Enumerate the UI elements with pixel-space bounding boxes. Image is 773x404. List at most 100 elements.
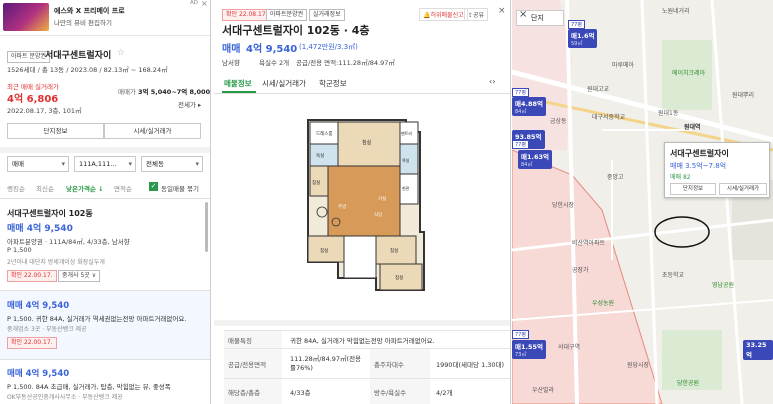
jeonse-link[interactable]: 전세가 ▸ [178, 99, 201, 109]
price-range-label: 매매가 [118, 88, 136, 96]
listing-item[interactable]: 매매 4억 9,540 P 1,500. 84A 초급매, 실거래가, 탑층, … [0, 360, 210, 404]
listing-meta: 아파트분양권 · 111A/84㎡, 4/33층, 남서향 [7, 238, 130, 246]
room-label: 침실 [320, 247, 328, 254]
area-select[interactable]: 111A,111… [74, 156, 136, 172]
room-label: 침실 [390, 247, 398, 254]
divider [0, 198, 210, 199]
tab-listing-info[interactable]: 매물정보 [224, 78, 252, 89]
map-label: 원대뿌리 [732, 92, 755, 99]
room-label: 욕실 [316, 152, 324, 159]
popup-price-button[interactable]: 시세/실거래가 [719, 183, 767, 195]
price-marker[interactable]: 매1.6억 59㎡ [568, 29, 598, 48]
ad-close-icon[interactable]: × [201, 0, 208, 8]
price-history-button[interactable]: 시세/실거래가 [104, 123, 201, 139]
room-label: 팬트리 [401, 130, 412, 136]
left-panel: 에스와 X 프리메이 프로 나만의 뮤비 편집하기 AD × 아파트 분양권 서… [0, 0, 211, 404]
listing-item[interactable]: 매매 4억 9,540 P 1,500. 귀한 84A, 실거래가 역세권없는전… [0, 291, 210, 359]
info-value: 4/33층 [290, 389, 311, 397]
marker-area: 84㎡ [521, 162, 533, 168]
marker-area: 84㎡ [515, 109, 527, 115]
room-label: 침실 [395, 274, 403, 281]
info-row: 해당층/총층 4/33층 방수/욕실수 4/2개 [224, 378, 510, 404]
sort-rank[interactable]: 랭킹순 [7, 183, 25, 193]
floor-plan[interactable]: 드레스룸 침실 욕실 팬트리 침실 욕실 거실 주방 식당 현관 침실 침실 침… [298, 112, 428, 302]
detail-price-per-pyeong: (1,472만원/3.3㎡) [299, 43, 358, 51]
map-label: 원당시장 [627, 362, 650, 369]
price-range-value: 3억 5,040~7억 8,000 [138, 88, 211, 96]
map-label: 원대고교 [587, 86, 610, 93]
info-label: 총주차대수 [370, 349, 430, 379]
listing-item[interactable]: 서대구센트럴자이 102동 매매 4억 9,540 아파트분양권 · 111A/… [0, 200, 210, 292]
share-button[interactable]: ⇪공유 [464, 8, 489, 21]
type-badge: 아파트분양권 [266, 9, 308, 21]
map-filter-label: 단지 [531, 14, 544, 22]
info-label: 방수/욕실수 [370, 379, 430, 404]
sort-latest[interactable]: 최신순 [36, 183, 54, 193]
marker-area: 73㎡ [515, 352, 527, 358]
sort-low-price[interactable]: 낮은가격순 ↓ [66, 183, 104, 193]
marker-price: 매1.55억 [515, 343, 543, 351]
tab-scroll-icon[interactable]: ‹› [489, 77, 495, 86]
info-value: 귀한 84A, 실거래가 막힘없는전망 아파트거래없어요. [290, 337, 435, 345]
map-label: 금상동 [550, 118, 567, 125]
map-label: 마루메아 [612, 62, 635, 69]
dong-select[interactable]: 전체동 [141, 156, 203, 172]
trade-type-select[interactable]: 매매 [7, 156, 69, 172]
close-icon[interactable]: × [498, 6, 506, 16]
listing-tags: 2년이내 대단지 방세개이상 화장실두개 [7, 259, 105, 266]
tab-school-info[interactable]: 학군정보 [319, 78, 347, 89]
map-label: 우성농원 [592, 300, 615, 307]
price-marker[interactable]: 매4.88억 84㎡ [512, 97, 546, 116]
info-label: 매물특징 [224, 331, 282, 348]
ad-title[interactable]: 에스와 X 프리메이 프로 [54, 6, 125, 16]
map-label: 공장가 [572, 267, 589, 274]
listing-price: 매매 4억 9,540 [7, 369, 70, 379]
info-value: 111.28㎡/84.97㎡(전용률76%) [290, 355, 362, 372]
room-label: 거실 [378, 195, 386, 202]
room-label: 현관 [402, 185, 410, 191]
marker-price: 33.25억 [746, 341, 767, 359]
star-icon[interactable]: ☆ [117, 48, 125, 58]
map-label: 비산역아파트 [572, 240, 606, 247]
map[interactable]: 단지 × 77평 매1.6억59㎡ 77평 매4.88억84㎡ 93.85억84… [512, 0, 773, 404]
marker-head: 77평 [512, 140, 529, 149]
complex-popup[interactable]: 서대구센트럴자이 매매 3.5억~7.8억 매매 82 단지정보 시세/실거래가 [664, 142, 770, 198]
ad-banner[interactable]: 에스와 X 프리메이 프로 나만의 뮤비 편집하기 AD × [0, 0, 210, 36]
map-label: 노원네거리 [662, 8, 690, 15]
report-button[interactable]: 🔔허위매물신고 [419, 8, 468, 21]
map-close-icon[interactable]: × [519, 9, 527, 20]
price-marker[interactable]: 매1.55억 73㎡ [512, 340, 546, 359]
confirm-date-badge: 확인 22.00.17. [7, 270, 57, 282]
price-marker[interactable]: 33.25억 [743, 340, 773, 360]
marker-price: 매1.63억 [521, 153, 549, 161]
recent-deal-date: 2022.08.17, 3층, 101㎡ [7, 107, 82, 115]
map-label: 에이치크레아 [672, 70, 706, 77]
popup-title[interactable]: 서대구센트럴자이 [670, 148, 729, 159]
divider [0, 147, 210, 153]
marker-head: 77평 [512, 88, 529, 97]
info-label: 공급/전용면적 [224, 349, 282, 378]
complex-info-button[interactable]: 단지정보 [7, 123, 104, 139]
same-listing-label: 동일매물 묶기 [161, 185, 199, 193]
deal-info-badge: 실거래정보 [309, 9, 345, 21]
divider [214, 93, 510, 94]
popup-complex-info-button[interactable]: 단지정보 [670, 183, 716, 195]
listing-title[interactable]: 서대구센트럴자이 102동 [7, 208, 93, 219]
detail-price: 4억 9,540 [246, 44, 298, 55]
scrollbar[interactable] [205, 202, 208, 252]
complex-type-badge: 아파트 분양권 [7, 51, 51, 63]
ad-subtitle: 나만의 뮤비 편집하기 [54, 19, 112, 27]
price-marker[interactable]: 매1.63억 84㎡ [518, 150, 552, 169]
map-label: 대구서중학교 [592, 114, 626, 121]
ad-image[interactable] [3, 3, 49, 31]
same-listing-checkbox[interactable]: ✓ [149, 182, 158, 191]
complex-info: 1526세대 / 총 13동 / 2023.08 / 82.13㎡ ~ 168.… [7, 66, 168, 74]
tab-price-history[interactable]: 시세/실거래가 [262, 78, 306, 89]
app: 에스와 X 프리메이 프로 나만의 뮤비 편집하기 AD × 아파트 분양권 서… [0, 0, 773, 404]
listing-description: P 1,500. 귀한 84A, 실거래가 역세권없는전망 아파트거래없어요. [7, 315, 187, 323]
map-label: 중앙고 [607, 174, 624, 181]
sort-area[interactable]: 면적순 [114, 183, 132, 193]
map-label: 영남공원 [712, 282, 735, 289]
agents-toggle[interactable]: 중개사 5곳 ∨ [58, 270, 101, 282]
detail-area: 공급/전용 면적:111.28㎡/84.97㎡ [296, 59, 395, 67]
